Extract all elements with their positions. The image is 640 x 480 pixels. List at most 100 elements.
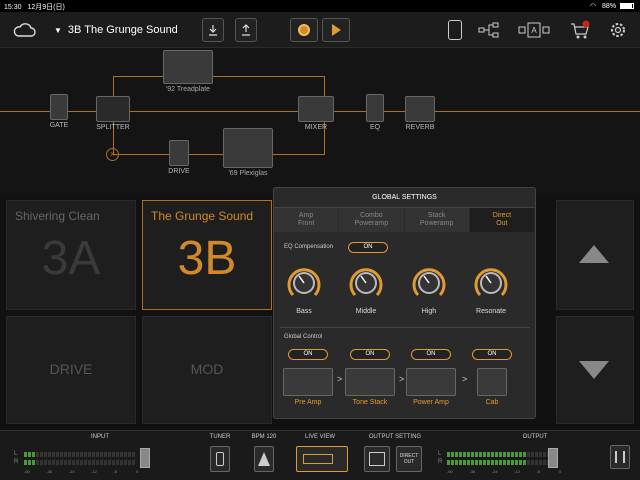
direct-out-button[interactable]: DIRECT OUT [396,446,422,472]
meter-segment [507,452,510,457]
top-bar: ▼ 3B The Grunge Sound A [0,12,640,48]
preset-name: 3B The Grunge Sound [67,24,178,36]
meter-segment [100,460,103,465]
preset-title: The Grunge Sound [151,209,254,223]
meter-segment [515,460,518,465]
tab-direct-out[interactable]: Direct Out [469,208,535,232]
cab-toggle[interactable]: ON [472,349,512,360]
meter-scale-label: 0 [136,469,139,474]
input-scale: -60 -36 -24 -12 -6 0 [24,469,164,475]
power-amp-toggle[interactable]: ON [411,349,451,360]
meter-scale-label: -60 [24,469,30,474]
middle-knob[interactable]: Middle [346,264,386,315]
bass-knob[interactable]: Bass [284,264,324,315]
meter-segment [451,452,454,457]
ab-switch-icon[interactable]: A [518,22,550,43]
save-button[interactable] [202,18,224,42]
meter-segment [124,452,127,457]
meter-segment [48,460,51,465]
mixer-settings-button[interactable] [610,445,630,469]
meter-segment [84,460,87,465]
share-button[interactable] [235,18,257,42]
meter-segment [491,460,494,465]
channel-l-label: L [438,451,442,457]
meter-segment [499,452,502,457]
chain-block-eq[interactable]: EQ [362,94,388,131]
cab-image [477,368,507,396]
tab-combo-poweramp[interactable]: Combo Poweramp [339,208,405,232]
bpm-button[interactable] [254,446,274,472]
meter-segment [44,452,47,457]
meter-segment [104,452,107,457]
chain-block-reverb[interactable]: REVERB [402,96,438,131]
record-button[interactable] [290,18,318,42]
meter-segment [519,460,522,465]
meter-segment [64,460,67,465]
play-icon [331,24,341,36]
tone-stack-block[interactable]: Tone Stack [345,368,395,406]
shop-cart-icon[interactable] [570,20,590,45]
cloud-icon[interactable] [12,22,36,38]
tone-stack-toggle[interactable]: ON [350,349,390,360]
power-amp-image [406,368,456,396]
live-view-button[interactable] [296,446,348,472]
meter-segment [32,452,35,457]
device-icon[interactable] [448,20,462,40]
meter-segment [108,452,111,457]
meter-segment [539,452,542,457]
tab-amp-front[interactable]: Amp Front [274,208,340,232]
input-gain-slider[interactable] [140,448,150,468]
preset-tile-drive[interactable]: DRIVE [6,316,136,424]
play-button[interactable] [322,18,350,42]
output-setting-button[interactable] [364,446,390,472]
bank-down-button[interactable] [556,316,634,424]
record-icon [298,24,310,36]
meter-segment [511,460,514,465]
meter-segment [455,452,458,457]
output-level-slider[interactable] [548,448,558,468]
power-amp-block[interactable]: Power Amp [406,368,456,406]
signal-chain: GATE SPLITTER '92 Treadplate MIXER EQ RE… [0,48,640,196]
crossfade-icon[interactable]: × [106,148,119,161]
bpm-header: BPM 120 [251,434,277,440]
pre-amp-image [283,368,333,396]
meter-segment [128,460,131,465]
output-meter-r [447,460,587,465]
meter-segment [28,460,31,465]
meter-segment [475,452,478,457]
chain-block-mixer[interactable]: MIXER [295,96,337,131]
signal-chain-icon[interactable] [478,22,500,43]
meter-segment [491,452,494,457]
tuner-fork-icon [216,452,224,466]
meter-segment [60,452,63,457]
chain-block-drive[interactable]: DRIVE [164,140,194,175]
chain-block-amp-bottom[interactable]: '69 Plexiglas [218,128,278,177]
meter-scale-label: -12 [91,469,97,474]
chain-block-gate[interactable]: GATE [44,94,74,129]
preset-tile-mod[interactable]: MOD [142,316,272,424]
chain-block-splitter[interactable]: SPLITTER [92,96,134,131]
meter-scale-label: 0 [559,469,562,474]
bank-up-button[interactable] [556,200,634,310]
pre-amp-toggle[interactable]: ON [288,349,328,360]
preset-number: 3A [41,232,101,285]
resonate-knob[interactable]: Resonate [471,264,511,315]
meter-segment [527,460,530,465]
preset-tile-3b[interactable]: The Grunge Sound 3B [142,200,272,310]
settings-gear-icon[interactable] [609,21,627,44]
chain-arrow: > [399,374,405,384]
tuner-button[interactable] [210,446,230,472]
cab-block[interactable]: Cab [467,368,517,406]
pre-amp-block[interactable]: Pre Amp [283,368,333,406]
preset-selector[interactable]: ▼ 3B The Grunge Sound [54,18,194,42]
meter-segment [447,460,450,465]
high-knob[interactable]: High [409,264,449,315]
chain-block-amp-top[interactable]: '92 Treadplate [158,48,218,93]
meter-segment [527,452,530,457]
meter-segment [503,460,506,465]
preset-tile-3a[interactable]: Shivering Clean 3A [6,200,136,310]
preset-label: MOD [190,361,224,377]
meter-segment [72,452,75,457]
tab-stack-poweramp[interactable]: Stack Poweramp [404,208,470,232]
eq-compensation-toggle[interactable]: ON [348,242,388,253]
